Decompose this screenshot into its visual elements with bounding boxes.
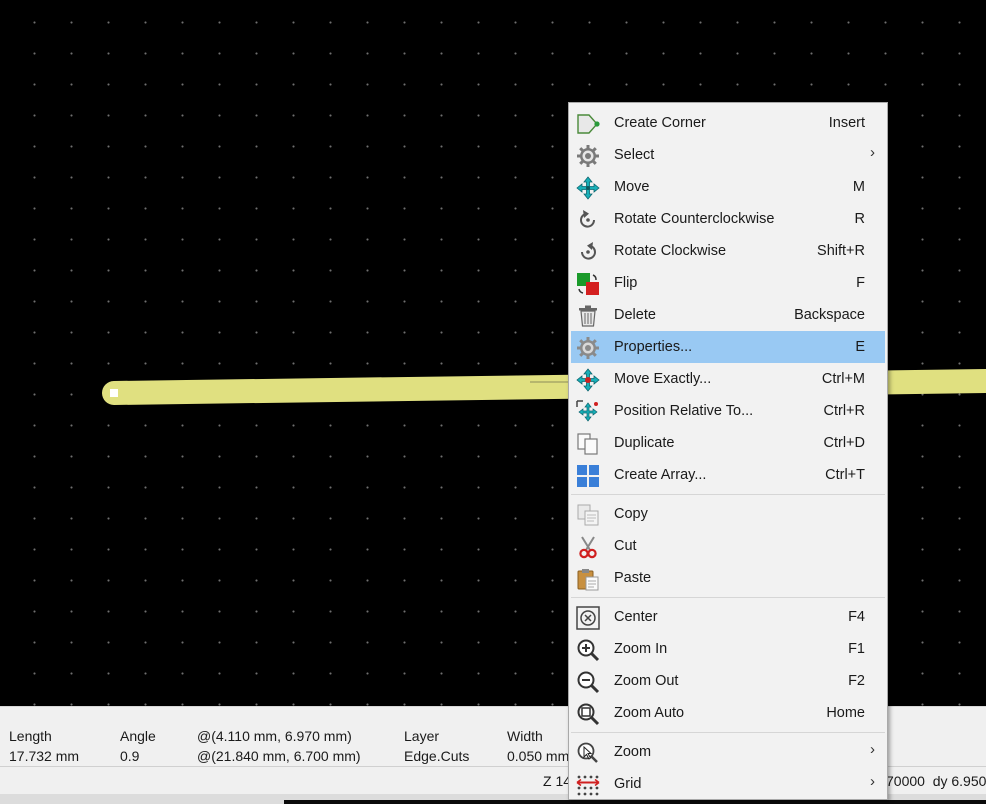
width-label: Width [507, 728, 543, 744]
zoom-readout: Z 14 [543, 773, 572, 789]
menu-item-shortcut: F2 [848, 673, 865, 689]
menu-item-label: Grid [614, 776, 642, 792]
menu-separator [571, 494, 885, 495]
menu-item-shortcut: F [856, 275, 865, 291]
rotate-ccw-icon [576, 208, 600, 232]
menu-item-shortcut: Ctrl+T [825, 467, 865, 483]
layer-value: Edge.Cuts [404, 748, 470, 764]
menu-item-label: Select [614, 147, 655, 163]
create-corner-icon [576, 112, 600, 136]
menu-item-shortcut: E [855, 339, 865, 355]
end-point-value: @(21.840 mm, 6.700 mm) [197, 748, 361, 764]
menu-item-shortcut: R [854, 211, 865, 227]
zoom-center-icon [576, 606, 600, 630]
submenu-arrow-icon: › [870, 741, 875, 758]
menu-item-label: Move [614, 179, 650, 195]
menu-item-properties[interactable]: Properties... E [571, 331, 885, 363]
menu-item-shortcut: Ctrl+R [823, 403, 866, 419]
menu-item-zoom-auto[interactable]: Zoom Auto Home [571, 697, 885, 729]
properties-gear-icon [576, 336, 600, 360]
menu-item-shortcut: M [852, 179, 865, 195]
menu-item-shortcut: Shift+R [817, 243, 865, 259]
menu-item-cut[interactable]: Cut [571, 530, 885, 562]
menu-item-shortcut: F1 [848, 641, 865, 657]
menu-item-label: Zoom Out [614, 673, 679, 689]
menu-item-flip[interactable]: Flip F [571, 267, 885, 299]
menu-item-select[interactable]: Select › [571, 139, 885, 171]
menu-item-paste[interactable]: Paste [571, 562, 885, 594]
angle-label: Angle [120, 728, 156, 744]
segment-endpoint-handle[interactable] [110, 389, 118, 397]
start-point-value: @(4.110 mm, 6.970 mm) [197, 728, 352, 744]
paste-icon [576, 567, 600, 591]
length-label: Length [9, 728, 52, 744]
menu-item-rotate-clockwise[interactable]: Rotate Clockwise Shift+R [571, 235, 885, 267]
menu-item-label: Zoom In [614, 641, 668, 657]
menu-item-position-relative-to[interactable]: Position Relative To... Ctrl+R [571, 395, 885, 427]
menu-item-zoom-out[interactable]: Zoom Out F2 [571, 665, 885, 697]
grid-icon [576, 773, 600, 797]
zoom-in-icon [576, 638, 600, 662]
menu-item-shortcut: Ctrl+D [823, 435, 866, 451]
menu-separator [571, 732, 885, 733]
menu-item-duplicate[interactable]: Duplicate Ctrl+D [571, 427, 885, 459]
submenu-arrow-icon: › [870, 144, 875, 161]
menu-item-grid[interactable]: Grid › [571, 768, 885, 800]
scissors-icon [576, 535, 600, 559]
menu-item-center[interactable]: Center F4 [571, 601, 885, 633]
context-menu[interactable]: Create Corner Insert Select › Move M Rotate Co… [568, 102, 888, 800]
menu-item-move[interactable]: Move M [571, 171, 885, 203]
menu-item-shortcut: Backspace [794, 307, 865, 323]
trash-icon [576, 304, 600, 328]
zoom-cursor-icon [576, 741, 600, 765]
menu-item-label: Position Relative To... [614, 403, 754, 419]
move-icon [576, 176, 600, 200]
position-relative-icon [576, 400, 600, 424]
duplicate-icon [576, 432, 600, 456]
menu-item-delete[interactable]: Delete Backspace [571, 299, 885, 331]
layer-label: Layer [404, 728, 440, 744]
menu-item-create-array[interactable]: Create Array... Ctrl+T [571, 459, 885, 491]
menu-item-zoom-in[interactable]: Zoom In F1 [571, 633, 885, 665]
copy-icon [576, 503, 600, 527]
menu-item-label: Create Array... [614, 467, 707, 483]
gear-icon [576, 144, 600, 168]
delta-readout: 70000 dy 6.950 [886, 773, 986, 789]
menu-item-label: Delete [614, 307, 656, 323]
flip-icon [576, 272, 600, 296]
menu-item-copy[interactable]: Copy [571, 498, 885, 530]
array-icon [576, 464, 600, 488]
menu-item-label: Zoom Auto [614, 705, 685, 721]
menu-separator [571, 597, 885, 598]
menu-item-shortcut: Insert [828, 115, 865, 131]
move-exactly-icon [576, 368, 600, 392]
angle-value: 0.9 [120, 748, 140, 764]
length-value: 17.732 mm [9, 748, 80, 764]
menu-item-label: Rotate Clockwise [614, 243, 727, 259]
menu-item-label: Copy [614, 506, 648, 522]
menu-item-label: Zoom [614, 744, 652, 760]
menu-item-label: Flip [614, 275, 638, 291]
menu-item-label: Cut [614, 538, 637, 554]
menu-item-label: Move Exactly... [614, 371, 712, 387]
submenu-arrow-icon: › [870, 773, 875, 790]
menu-item-shortcut: F4 [848, 609, 865, 625]
width-value: 0.050 mm [507, 748, 570, 764]
menu-item-shortcut: Home [826, 705, 865, 721]
rotate-cw-icon [576, 240, 600, 264]
menu-item-create-corner[interactable]: Create Corner Insert [571, 107, 885, 139]
menu-item-label: Center [614, 609, 658, 625]
menu-item-label: Duplicate [614, 435, 675, 451]
menu-item-label: Paste [614, 570, 652, 586]
menu-item-label: Rotate Counterclockwise [614, 211, 775, 227]
menu-item-shortcut: Ctrl+M [821, 371, 865, 387]
menu-item-zoom[interactable]: Zoom › [571, 736, 885, 768]
menu-item-label: Create Corner [614, 115, 706, 131]
menu-item-label: Properties... [614, 339, 693, 355]
zoom-out-icon [576, 670, 600, 694]
menu-item-rotate-counterclockwise[interactable]: Rotate Counterclockwise R [571, 203, 885, 235]
menu-item-move-exactly[interactable]: Move Exactly... Ctrl+M [571, 363, 885, 395]
zoom-auto-icon [576, 702, 600, 726]
